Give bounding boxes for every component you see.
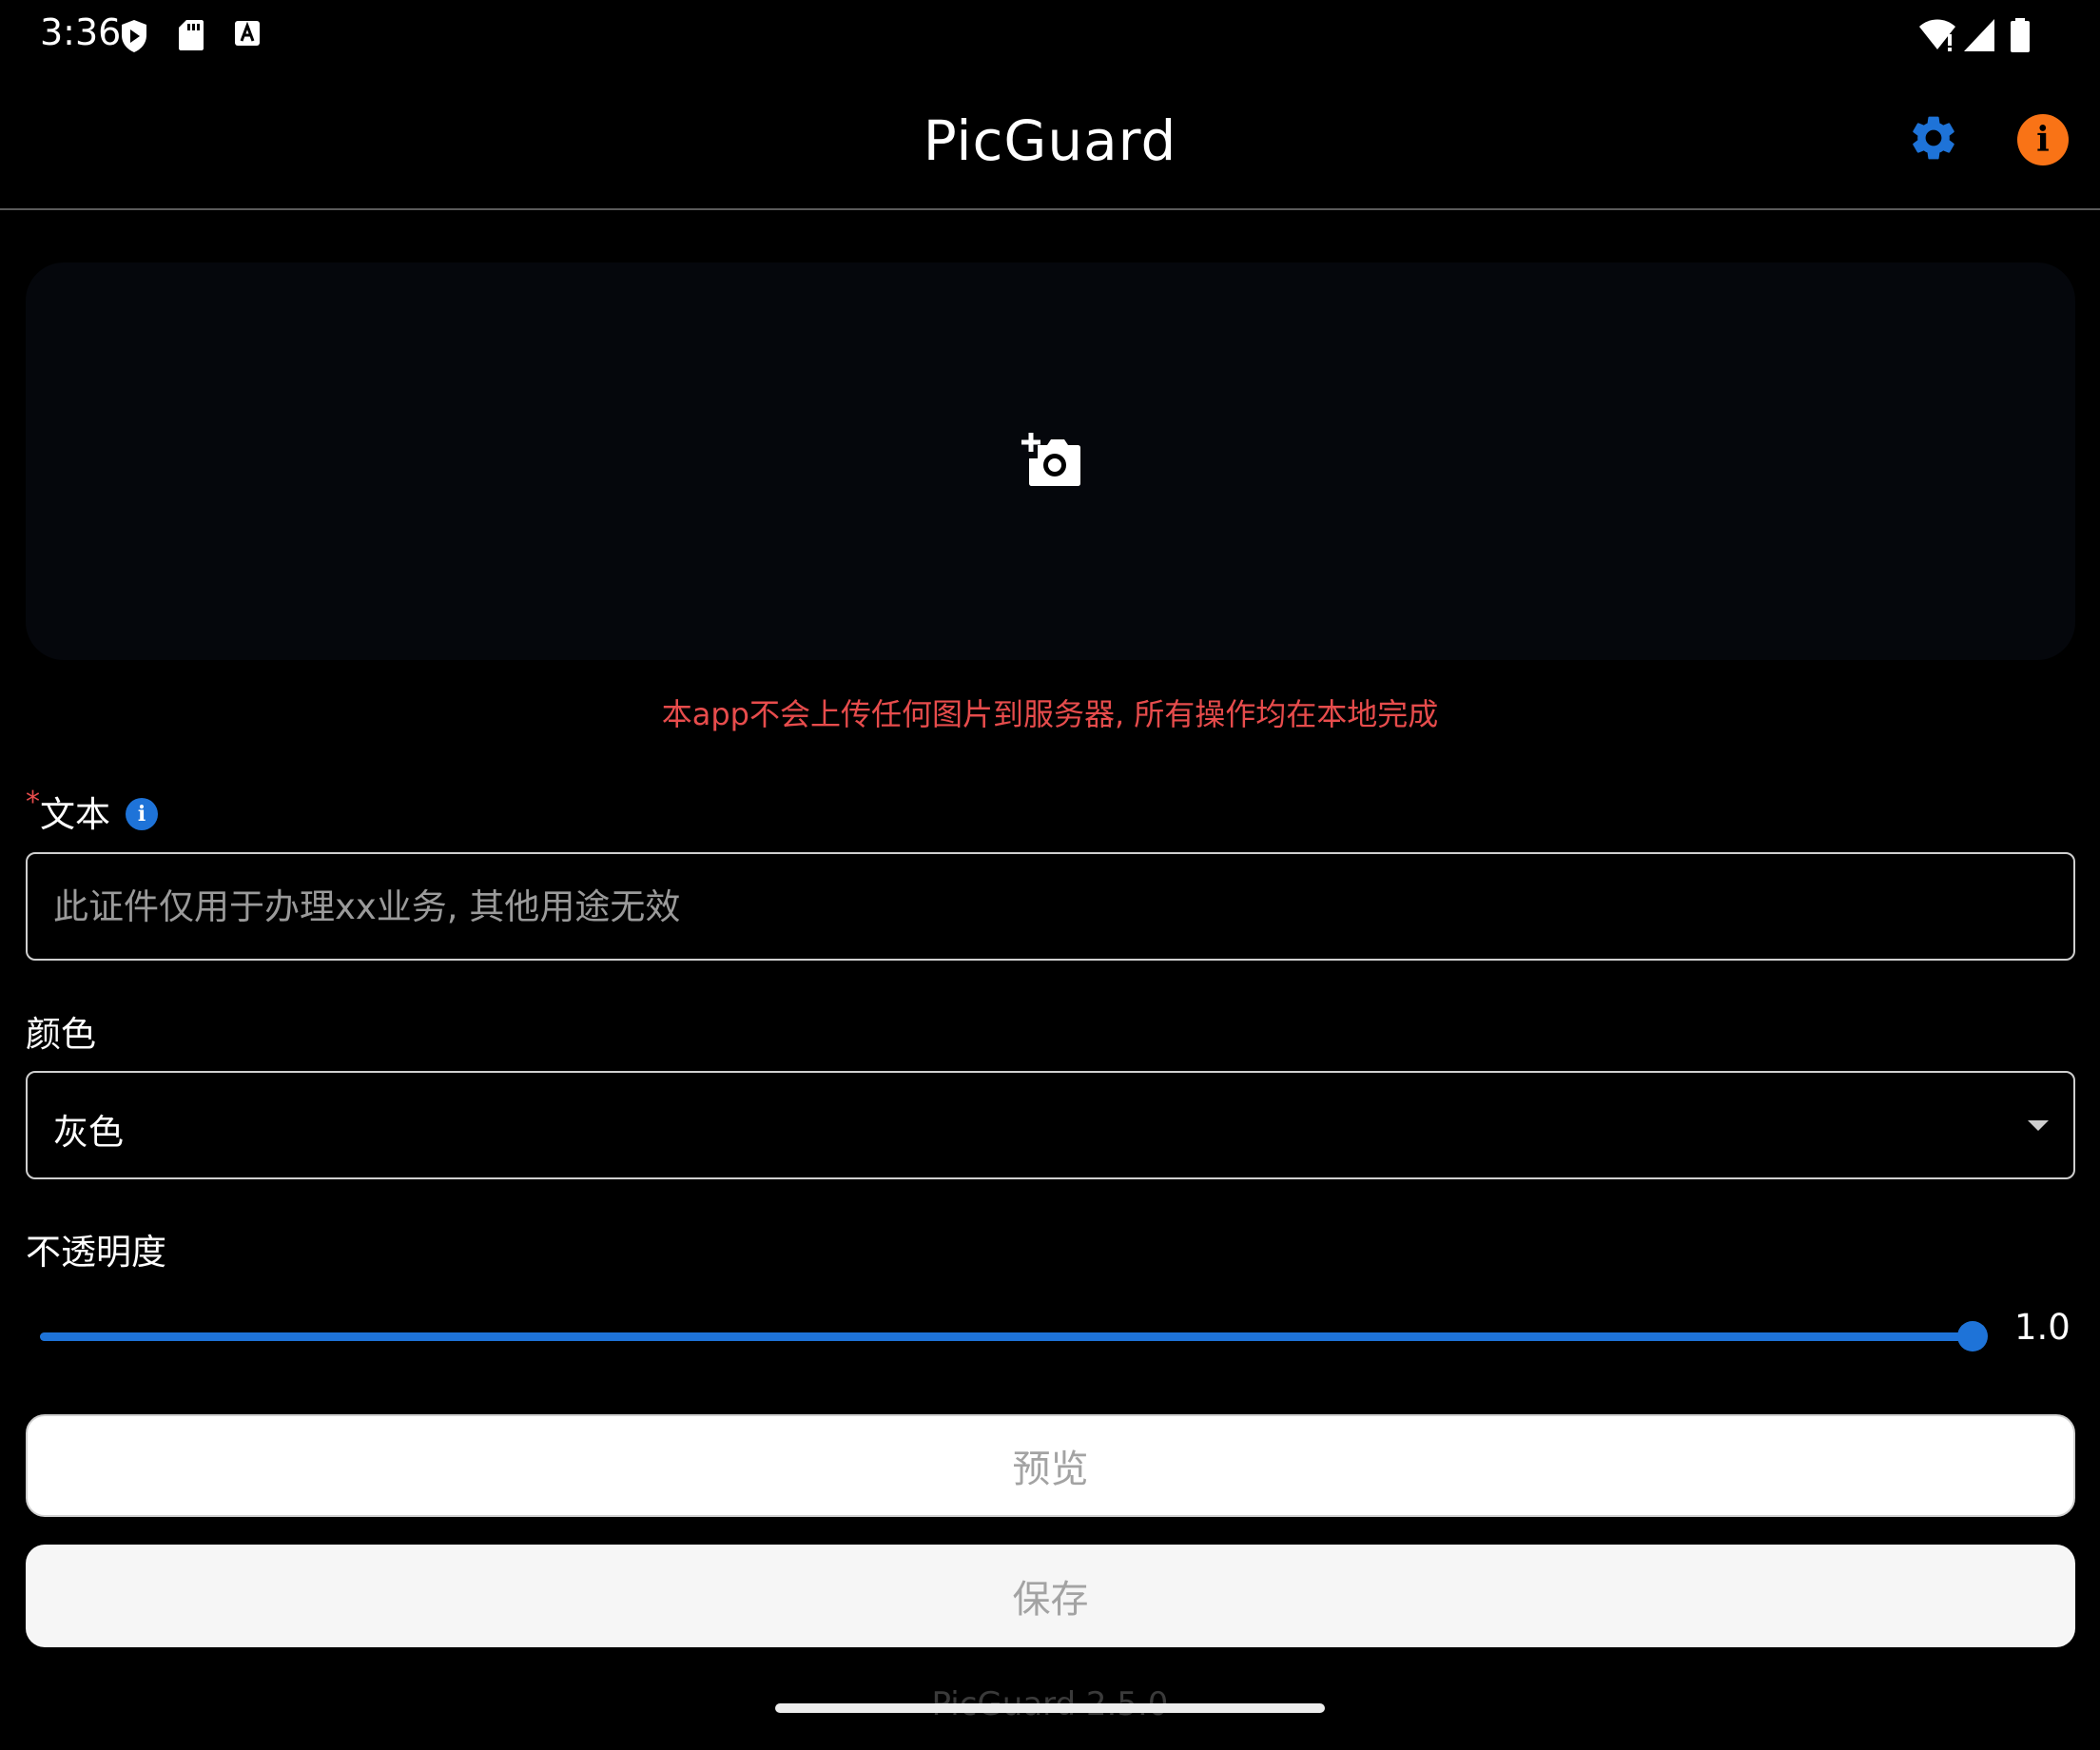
- signal-icon: [1962, 17, 1996, 55]
- preview-button[interactable]: 预览: [26, 1414, 2075, 1517]
- image-picker[interactable]: [26, 262, 2075, 660]
- sd-card-icon: [178, 19, 208, 53]
- color-select[interactable]: 灰色: [26, 1071, 2075, 1179]
- text-label-row: *文本 i: [26, 786, 158, 837]
- status-time: 3:36: [40, 11, 122, 53]
- info-button[interactable]: i: [2013, 110, 2072, 169]
- opacity-value: 1.0: [2014, 1307, 2071, 1348]
- screen: 3:36 PicGuard i 本app不会上传任何图片到服务器, 所有操作均在…: [0, 0, 2100, 1750]
- slider-fill: [40, 1332, 1973, 1341]
- app-bar: PicGuard i: [0, 72, 2100, 210]
- shield-play-icon: [120, 19, 150, 53]
- add-photo-icon: [1021, 432, 1081, 491]
- text-field[interactable]: [26, 852, 2075, 961]
- battery-icon: [2009, 17, 2032, 55]
- chevron-down-icon: [2028, 1120, 2049, 1131]
- settings-button[interactable]: [1904, 110, 1963, 169]
- wifi-alert-icon: [1917, 17, 1957, 55]
- keyboard-a-icon: [233, 19, 263, 53]
- opacity-slider[interactable]: [40, 1312, 1988, 1360]
- text-input[interactable]: [28, 854, 2073, 959]
- home-indicator[interactable]: [775, 1703, 1325, 1713]
- color-label: 颜色: [26, 1014, 96, 1055]
- slider-thumb[interactable]: [1957, 1321, 1988, 1351]
- text-label: 文本: [40, 794, 110, 835]
- app-title: PicGuard: [923, 108, 1177, 173]
- info-icon: i: [2017, 114, 2069, 165]
- save-button[interactable]: 保存: [26, 1545, 2075, 1647]
- opacity-label: 不透明度: [26, 1232, 166, 1273]
- gear-icon: [1907, 111, 1960, 168]
- text-info-icon[interactable]: i: [126, 797, 158, 830]
- status-bar: 3:36: [0, 0, 2100, 72]
- color-select-value: 灰色: [53, 1112, 124, 1153]
- required-mark: *: [26, 786, 40, 819]
- privacy-note: 本app不会上传任何图片到服务器, 所有操作均在本地完成: [661, 696, 1439, 732]
